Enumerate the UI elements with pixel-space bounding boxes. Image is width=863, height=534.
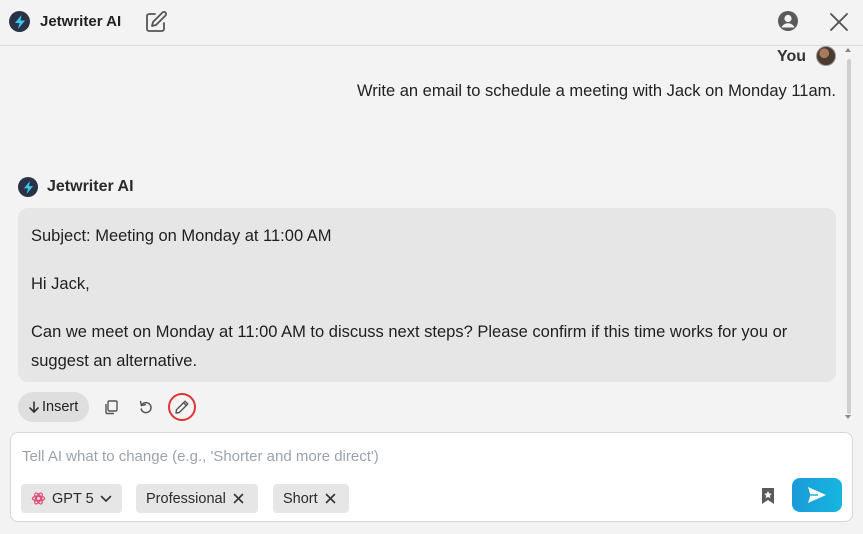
bookmark-icon[interactable] xyxy=(758,486,778,506)
insert-label: Insert xyxy=(42,399,79,415)
email-subject: Subject: Meeting on Monday at 11:00 AM xyxy=(31,227,332,245)
email-body: Can we meet on Monday at 11:00 AM to dis… xyxy=(31,323,788,370)
model-selector[interactable]: GPT 5 xyxy=(21,484,122,513)
chevron-down-icon xyxy=(100,495,111,502)
length-label: Short xyxy=(283,490,318,507)
close-icon[interactable] xyxy=(828,11,850,33)
account-icon[interactable] xyxy=(777,10,799,32)
retry-icon[interactable] xyxy=(136,397,156,417)
send-icon xyxy=(808,487,826,503)
send-button[interactable] xyxy=(792,478,842,512)
tone-chip[interactable]: Professional xyxy=(136,484,258,513)
remove-tone-icon[interactable] xyxy=(233,493,244,504)
chat-thread: You Write an email to schedule a meeting… xyxy=(0,46,845,427)
scroll-up-arrow-icon[interactable] xyxy=(845,48,851,52)
assistant-message: Subject: Meeting on Monday at 11:00 AM H… xyxy=(18,208,836,382)
scroll-thumb[interactable] xyxy=(847,59,851,414)
edit-pencil-icon[interactable] xyxy=(168,393,197,421)
scroll-down-arrow-icon[interactable] xyxy=(845,415,851,419)
composer: GPT 5 Professional Short xyxy=(10,432,853,522)
refine-prompt-input[interactable] xyxy=(22,445,822,467)
tone-label: Professional xyxy=(146,490,226,507)
length-chip[interactable]: Short xyxy=(273,484,349,513)
assistant-name: Jetwriter AI xyxy=(47,178,134,195)
assistant-logo-icon xyxy=(18,177,38,197)
chat-scrollbar[interactable] xyxy=(845,47,853,423)
insert-button[interactable]: Insert xyxy=(18,392,90,422)
user-avatar xyxy=(816,46,836,66)
bolt-logo-icon xyxy=(9,11,30,32)
user-message: Write an email to schedule a meeting wit… xyxy=(356,82,836,100)
app-header: Jetwriter AI xyxy=(0,0,863,46)
message-actions: Insert xyxy=(18,392,197,422)
user-name: You xyxy=(776,48,806,65)
new-chat-icon[interactable] xyxy=(144,10,168,34)
email-greeting: Hi Jack, xyxy=(31,275,90,293)
copy-icon[interactable] xyxy=(101,397,121,417)
arrow-down-icon xyxy=(29,401,39,413)
model-label: GPT 5 xyxy=(52,490,94,507)
openai-icon xyxy=(31,492,46,505)
remove-length-icon[interactable] xyxy=(325,493,336,504)
app-title: Jetwriter AI xyxy=(40,13,122,30)
